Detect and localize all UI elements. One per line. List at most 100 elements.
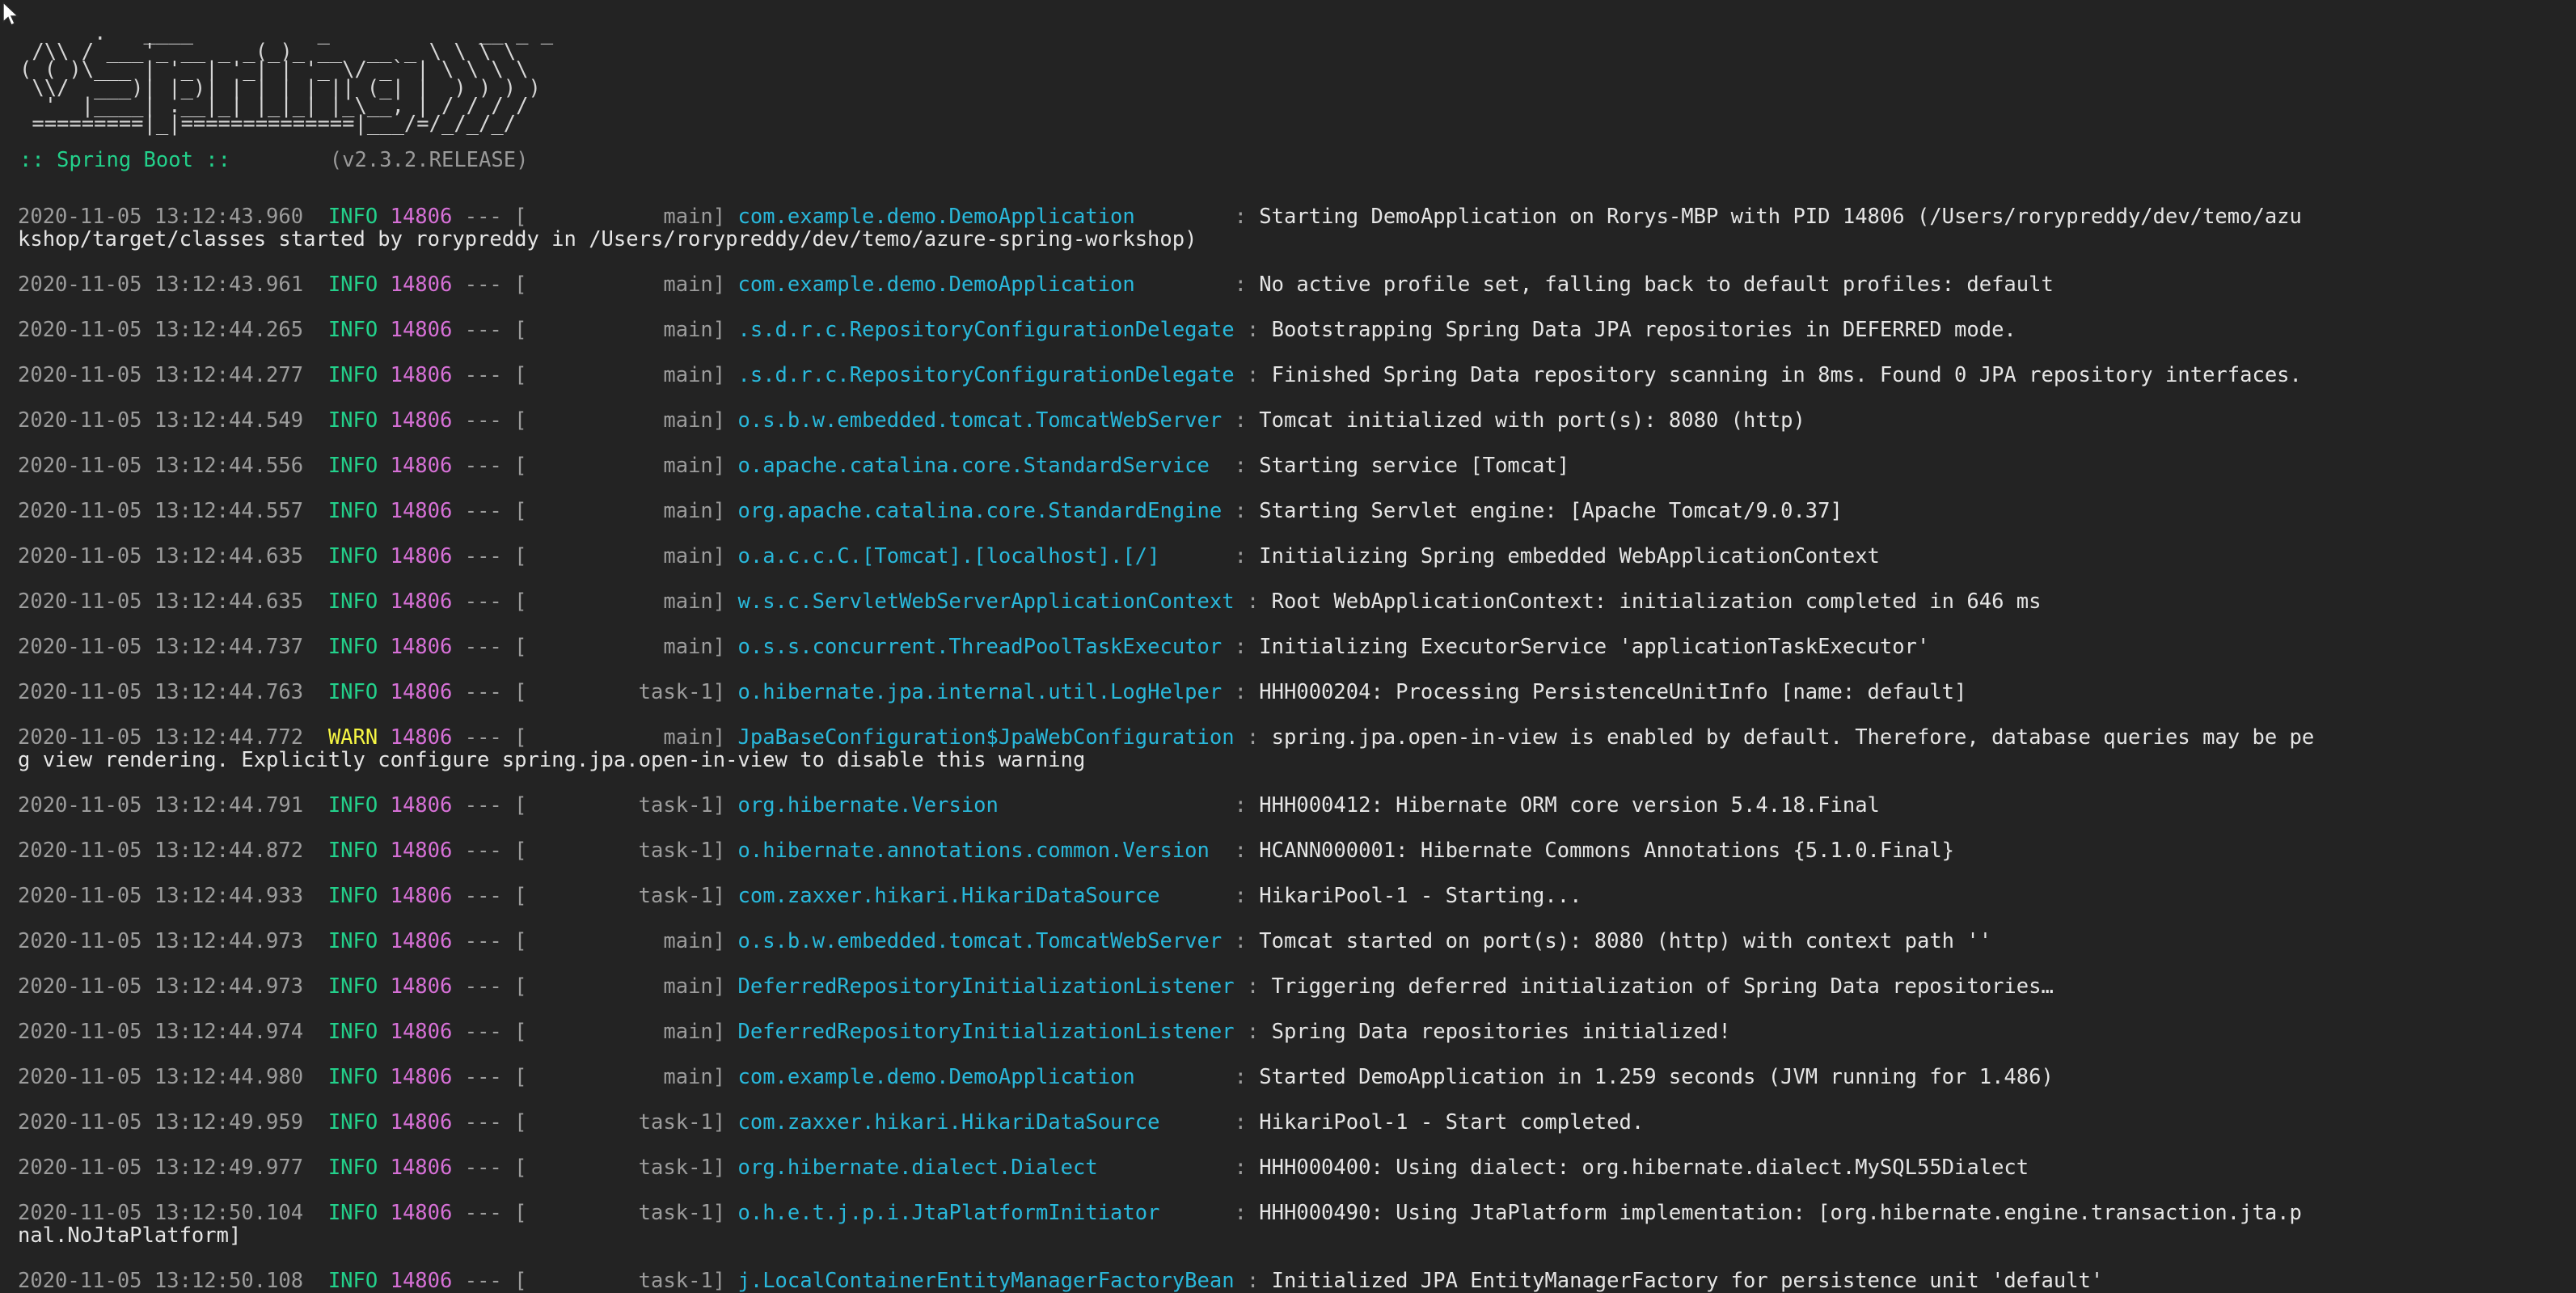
log-thread: task-1] (526, 839, 726, 864)
log-separator: --- [ (452, 408, 527, 433)
log-line: 2020-11-05 13:12:49.977 INFO 14806 --- [… (18, 1156, 2573, 1179)
log-logger: o.s.s.concurrent.ThreadPoolTaskExecutor (737, 635, 1223, 660)
log-thread: task-1] (526, 884, 726, 909)
log-message-separator: : (1222, 635, 1260, 660)
log-space (378, 1201, 390, 1225)
log-space (725, 205, 737, 229)
log-separator: --- [ (452, 1269, 527, 1293)
log-timestamp: 2020-11-05 13:12:44.933 (18, 884, 328, 909)
log-separator: --- [ (452, 793, 527, 818)
log-timestamp: 2020-11-05 13:12:44.737 (18, 635, 328, 660)
log-thread: main] (526, 544, 726, 569)
log-space (378, 929, 390, 953)
log-logger: o.s.b.w.embedded.tomcat.TomcatWebServer (737, 408, 1223, 433)
log-message-separator: : (1159, 884, 1260, 909)
log-line: 2020-11-05 13:12:44.737 INFO 14806 --- [… (18, 636, 2573, 658)
log-message: Tomcat initialized with port(s): 8080 (h… (1259, 408, 1805, 433)
log-separator: --- [ (452, 318, 527, 343)
log-thread: main] (526, 589, 726, 615)
log-space (378, 363, 390, 387)
log-pid: 14806 (390, 680, 453, 705)
log-pid: 14806 (390, 635, 453, 660)
log-message-separator: : (1234, 363, 1272, 388)
log-space (725, 1201, 737, 1225)
log-line: 2020-11-05 13:12:44.763 INFO 14806 --- [… (18, 681, 2573, 704)
log-line: 2020-11-05 13:12:44.549 INFO 14806 --- [… (18, 409, 2573, 432)
log-pid: 14806 (390, 454, 453, 479)
log-pid: 14806 (390, 793, 453, 818)
log-timestamp: 2020-11-05 13:12:43.961 (18, 273, 328, 298)
log-space (725, 273, 737, 297)
log-pid: 14806 (390, 589, 453, 615)
log-space (725, 318, 737, 342)
log-space (378, 839, 390, 863)
log-separator: --- [ (452, 635, 527, 660)
log-timestamp: 2020-11-05 13:12:49.977 (18, 1156, 328, 1181)
log-timestamp: 2020-11-05 13:12:43.960 (18, 205, 328, 230)
log-line: 2020-11-05 13:12:50.108 INFO 14806 --- [… (18, 1270, 2573, 1292)
log-line: 2020-11-05 13:12:43.961 INFO 14806 --- [… (18, 273, 2573, 296)
log-message-separator: : (1159, 544, 1260, 569)
log-thread: main] (526, 363, 726, 388)
log-separator: --- [ (452, 1065, 527, 1090)
log-level: INFO (327, 1156, 378, 1181)
log-line: 2020-11-05 13:12:44.635 INFO 14806 --- [… (18, 545, 2573, 568)
log-message-separator: : (1159, 1201, 1260, 1226)
log-thread: task-1] (526, 1110, 726, 1135)
log-message-separator: : (1234, 1269, 1272, 1293)
log-message: HHH000412: Hibernate ORM core version 5.… (1259, 793, 1880, 818)
log-level: INFO (327, 884, 378, 909)
log-logger: com.example.demo.DemoApplication (737, 1065, 1135, 1090)
log-thread: task-1] (526, 793, 726, 818)
log-level: INFO (327, 1269, 378, 1293)
log-space (378, 1020, 390, 1044)
log-timestamp: 2020-11-05 13:12:44.973 (18, 929, 328, 954)
log-logger: .s.d.r.c.RepositoryConfigurationDelegate (737, 318, 1235, 343)
log-logger: o.apache.catalina.core.StandardService (737, 454, 1210, 479)
log-logger: DeferredRepositoryInitializationListener (737, 1020, 1235, 1045)
log-thread: main] (526, 725, 726, 750)
log-space (725, 454, 737, 478)
log-timestamp: 2020-11-05 13:12:44.791 (18, 793, 328, 818)
log-separator: --- [ (452, 839, 527, 864)
log-space (725, 363, 737, 387)
log-message: HHH000204: Processing PersistenceUnitInf… (1259, 680, 1967, 705)
log-space (378, 499, 390, 523)
log-level: INFO (327, 454, 378, 479)
log-line: 2020-11-05 13:12:44.557 INFO 14806 --- [… (18, 500, 2573, 522)
log-message: No active profile set, falling back to d… (1259, 273, 2054, 298)
log-logger: j.LocalContainerEntityManagerFactoryBean (737, 1269, 1235, 1293)
log-space (725, 544, 737, 568)
log-message: Spring Data repositories initialized! (1271, 1020, 1731, 1045)
log-logger: com.example.demo.DemoApplication (737, 205, 1135, 230)
log-level: INFO (327, 680, 378, 705)
log-pid: 14806 (390, 1020, 453, 1045)
log-message-separator: : (1209, 454, 1260, 479)
log-pid: 14806 (390, 408, 453, 433)
log-space (378, 725, 390, 750)
log-thread: main] (526, 929, 726, 954)
log-message-separator: : (1234, 318, 1272, 343)
log-space (378, 1065, 390, 1089)
log-line: 2020-11-05 13:12:44.973 INFO 14806 --- [… (18, 930, 2573, 953)
banner-version-label: (v2.3.2.RELEASE) (243, 148, 529, 173)
log-timestamp: 2020-11-05 13:12:44.763 (18, 680, 328, 705)
log-level: INFO (327, 1020, 378, 1045)
log-separator: --- [ (452, 273, 527, 298)
log-output[interactable]: 2020-11-05 13:12:43.960 INFO 14806 --- [… (0, 205, 2576, 1292)
log-timestamp: 2020-11-05 13:12:44.549 (18, 408, 328, 433)
banner-boot-label: :: Spring Boot :: (19, 148, 243, 173)
log-message: Starting service [Tomcat] (1259, 454, 1570, 479)
log-level: INFO (327, 273, 378, 298)
log-separator: --- [ (452, 499, 527, 524)
log-space (378, 680, 390, 704)
log-line: 2020-11-05 13:12:44.772 WARN 14806 --- [… (18, 726, 2573, 771)
log-space (725, 884, 737, 908)
log-level: INFO (327, 929, 378, 954)
log-thread: main] (526, 1065, 726, 1090)
log-logger: JpaBaseConfiguration$JpaWebConfiguration (737, 725, 1235, 750)
terminal-window[interactable]: . ____ _ __ _ _ /\\ / ___'_ __ _ _(_)_ _… (0, 0, 2576, 1292)
log-message-separator: : (1222, 408, 1260, 433)
log-space (378, 884, 390, 908)
log-pid: 14806 (390, 1065, 453, 1090)
